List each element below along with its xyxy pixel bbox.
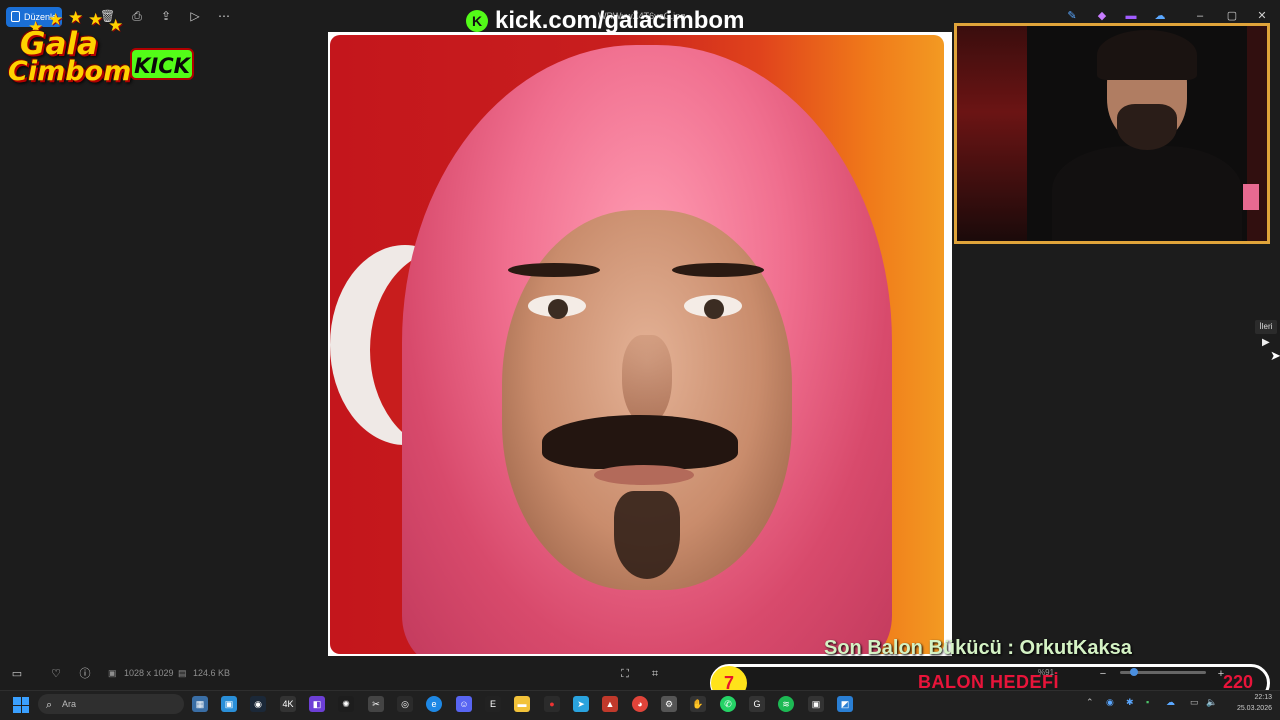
capcut-icon[interactable]: ✂ (368, 696, 384, 712)
tray-edge-icon[interactable]: ◉ (1106, 697, 1114, 708)
file-size-icon: ▤ (178, 668, 187, 678)
zoom-out-icon[interactable]: − (1096, 667, 1110, 681)
widgets-icon[interactable]: ▦ (192, 696, 208, 712)
mouse-cursor-icon: ➤ (1270, 348, 1280, 363)
chrome-icon[interactable]: ◕ (632, 696, 648, 712)
mouth (594, 465, 694, 485)
mustache (542, 415, 738, 469)
more-icon[interactable]: ⋯ (217, 9, 231, 23)
record-icon[interactable]: ● (544, 696, 560, 712)
epic-games-icon[interactable]: E (485, 696, 501, 712)
next-arrow-icon[interactable]: ▶ (1262, 337, 1270, 348)
tray-onedrive-icon[interactable]: ☁ (1166, 697, 1175, 708)
photo-canvas (328, 32, 952, 656)
edge-icon[interactable]: e (426, 696, 442, 712)
clock-time: 22:13 (1254, 694, 1272, 701)
right-brow (672, 263, 764, 277)
tray-network-icon[interactable]: ▭ (1190, 697, 1199, 708)
zoom-slider-knob[interactable] (1130, 668, 1138, 676)
favorite-icon[interactable]: ♡ (49, 667, 63, 681)
windows-start-icon[interactable] (13, 697, 29, 713)
zoom-in-icon[interactable]: + (1214, 667, 1228, 681)
tray-bluetooth-icon[interactable]: ✱ (1126, 697, 1134, 708)
4k-downloader-icon[interactable]: 4K (280, 696, 296, 712)
app-icon-red[interactable]: ▲ (602, 696, 618, 712)
nose (622, 335, 672, 425)
search-placeholder: Ara (62, 699, 77, 709)
settings-icon[interactable]: ⚙ (661, 696, 677, 712)
file-explorer-icon[interactable]: ▬ (514, 696, 530, 712)
image-dimensions: 1028 x 1029 (124, 668, 174, 678)
zoom-level[interactable]: %91 (1038, 668, 1054, 677)
webcam-background (957, 26, 1027, 241)
tray-volume-icon[interactable]: 🔈 (1206, 697, 1217, 708)
right-iris (704, 299, 724, 319)
stream-url-text: kick.com/galacimbom (495, 7, 745, 34)
next-tooltip: İleri (1255, 320, 1277, 334)
telegram-icon[interactable]: ➤ (573, 696, 589, 712)
app-icon[interactable]: ◧ (309, 696, 325, 712)
last-balloon-popper: Son Balon Bükücü : OrkutKaksa (824, 637, 1132, 659)
streamer-body (1052, 146, 1242, 241)
tray-app-icon[interactable]: ▪ (1146, 697, 1149, 707)
webcam-feed (954, 23, 1270, 244)
crop-icon[interactable]: ⛶ (618, 667, 632, 681)
portrait-image (330, 35, 944, 654)
spotify-icon[interactable]: ≋ (778, 696, 794, 712)
app-icon-g[interactable]: G (749, 696, 765, 712)
pen-icon[interactable]: ✎ (1062, 8, 1082, 24)
image-size-icon: ▣ (108, 668, 117, 678)
logo-cimbom-text: Cimbom (8, 56, 132, 87)
star-icon: ★ (68, 8, 84, 27)
search-icon: ⌕ (46, 699, 53, 711)
photos-icon[interactable]: ◩ (837, 696, 853, 712)
discord-icon[interactable]: ☺ (456, 696, 472, 712)
camera-icon[interactable]: ◎ (397, 696, 413, 712)
store-icon[interactable]: ▣ (221, 696, 237, 712)
filmstrip-icon[interactable]: ▭ (10, 667, 24, 681)
maximize-icon[interactable]: ▢ (1222, 8, 1242, 24)
taskbar-search[interactable]: ⌕ Ara (38, 694, 184, 714)
star-icon: ★ (108, 16, 124, 35)
app-icon-grid[interactable]: ▣ (808, 696, 824, 712)
info-icon[interactable]: ⓘ (78, 667, 92, 681)
kick-icon: K (466, 10, 488, 32)
steam-icon[interactable]: ◉ (250, 696, 266, 712)
file-size: 124.6 KB (193, 668, 231, 678)
logo-kick-badge: KICK (130, 48, 194, 80)
visual-search-icon[interactable]: ⌗ (648, 667, 662, 681)
tray-chevron-icon[interactable]: ⌃ (1086, 697, 1094, 708)
whatsapp-icon[interactable]: ✆ (720, 696, 736, 712)
left-iris (548, 299, 568, 319)
copilot-icon[interactable]: ◆ (1092, 8, 1112, 24)
left-brow (508, 263, 600, 277)
streamer-hair (1097, 30, 1197, 80)
minimize-icon[interactable]: – (1190, 8, 1210, 24)
goatee (614, 491, 680, 579)
onedrive-icon[interactable]: ☁ (1150, 8, 1170, 24)
clipchamp-icon[interactable]: ▬ (1121, 8, 1141, 24)
obs-icon[interactable]: ✋ (690, 696, 706, 712)
chatgpt-icon[interactable]: ✺ (338, 696, 354, 712)
clock-date: 25.03.2026 (1236, 705, 1272, 712)
taskbar-clock[interactable]: 22:13 25.03.2026 (1226, 692, 1272, 714)
pink-object (1243, 184, 1259, 210)
streamer-beard (1117, 104, 1177, 150)
close-icon[interactable]: ✕ (1252, 8, 1272, 24)
galacimbom-kick-logo: ★ ★ ★ ★ ★ Gala Cimbom KICK (6, 8, 200, 94)
